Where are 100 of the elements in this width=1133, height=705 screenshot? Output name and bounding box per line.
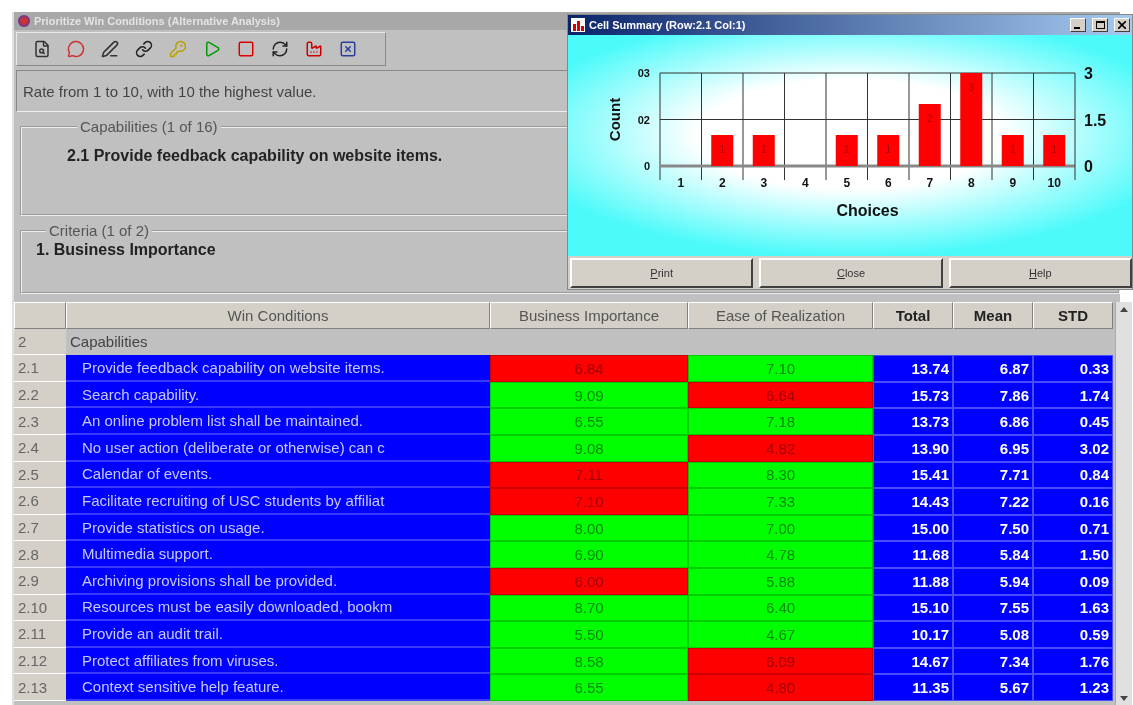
table-cell: An online problem list shall be maintained. — [66, 408, 490, 435]
rating-cell[interactable]: 6.40 — [688, 594, 873, 622]
table-cell: 0.09 — [1033, 567, 1113, 595]
rating-cell[interactable]: 9.09 — [490, 381, 688, 409]
rating-cell[interactable]: 6.90 — [490, 541, 688, 568]
axis-tick-label: 1.5 — [1084, 111, 1107, 129]
table-cell: Facilitate recruiting of USC students by affiliat — [66, 488, 490, 515]
table-cell: 15.73 — [873, 381, 953, 409]
app-icon — [18, 15, 30, 27]
table-cell: 10.17 — [873, 621, 953, 648]
rating-cell[interactable]: 4.82 — [688, 434, 873, 462]
bar-value-label: 1 — [843, 144, 850, 155]
chart-bar — [835, 135, 858, 166]
row-number: 2.10 — [14, 594, 66, 622]
minimize-button[interactable] — [1070, 18, 1086, 32]
table-cell: 5.94 — [953, 567, 1033, 595]
table-cell: 7.34 — [953, 647, 1033, 675]
dialog-button[interactable]: Print — [570, 258, 754, 288]
table-cell: 7.55 — [953, 594, 1033, 622]
table-cell: 13.74 — [873, 355, 953, 382]
axis-tick-label: 3 — [760, 176, 768, 190]
table-cell: 11.88 — [873, 567, 953, 595]
axis-tick-label: 03 — [637, 67, 650, 79]
row-number: 2.11 — [14, 621, 66, 648]
table-cell: 15.10 — [873, 594, 953, 622]
row-number: 2.4 — [14, 434, 66, 462]
table-cell: 13.73 — [873, 408, 953, 435]
rating-cell[interactable]: 4.78 — [688, 541, 873, 568]
scrollbar[interactable] — [1115, 302, 1132, 705]
table-cell: 13.90 — [873, 434, 953, 462]
table-cell: 0.59 — [1033, 621, 1113, 648]
table-cell: Provide statistics on usage. — [66, 514, 490, 542]
rating-cell[interactable]: 8.58 — [490, 647, 688, 675]
chart-bar — [711, 135, 734, 166]
rating-cell[interactable]: 6.55 — [490, 408, 688, 435]
axis-tick-label: 9 — [1009, 176, 1017, 190]
table-cell: 5.84 — [953, 541, 1033, 568]
column-header[interactable]: Win Conditions — [66, 302, 490, 329]
column-header[interactable]: STD — [1033, 302, 1113, 329]
chart-bar — [752, 135, 775, 166]
rating-cell[interactable]: 8.00 — [490, 514, 688, 542]
rating-cell[interactable]: 7.11 — [490, 461, 688, 489]
table-cell: Archiving provisions shall be provided. — [66, 567, 490, 595]
rating-cell[interactable]: 6.64 — [688, 381, 873, 409]
rating-cell[interactable]: 6.00 — [490, 567, 688, 595]
dialog-title: Cell Summary (Row:2.1 Col:1) — [589, 19, 747, 31]
row-number: 2.9 — [14, 567, 66, 595]
stop-icon — [237, 40, 255, 58]
rating-cell[interactable]: 7.18 — [688, 408, 873, 435]
row-number: 2.2 — [14, 381, 66, 409]
rating-cell[interactable]: 4.67 — [688, 621, 873, 648]
close-button[interactable] — [1114, 18, 1130, 32]
column-header[interactable]: Ease of Realization — [688, 302, 873, 329]
table-cell: 15.00 — [873, 514, 953, 542]
table-cell: 6.86 — [953, 408, 1033, 435]
row-number: 2 — [14, 328, 66, 356]
dialog-button[interactable]: Close — [759, 258, 943, 288]
axis-tick-label: 2 — [718, 176, 726, 190]
bar-value-label: 1 — [1051, 144, 1058, 155]
rating-cell[interactable]: 7.10 — [490, 488, 688, 515]
bar-value-label: 2 — [926, 113, 933, 124]
maximize-button[interactable] — [1092, 18, 1108, 32]
bar-value-label: 1 — [760, 144, 767, 155]
rating-cell[interactable]: 5.88 — [688, 567, 873, 595]
refresh-icon — [271, 40, 289, 58]
window-title: Prioritize Win Conditions (Alternative Analysis) — [34, 15, 280, 27]
speech-bubble-icon — [67, 40, 85, 58]
chart-icon — [571, 18, 585, 32]
rating-cell[interactable]: 8.30 — [688, 461, 873, 489]
table-cell: 1.50 — [1033, 541, 1113, 568]
table-cell: 3.02 — [1033, 434, 1113, 462]
close-box-icon — [339, 40, 357, 58]
rating-cell[interactable]: 6.09 — [688, 647, 873, 675]
rating-cell[interactable]: 9.08 — [490, 434, 688, 462]
rating-cell[interactable]: 6.84 — [490, 355, 688, 382]
row-number: 2.8 — [14, 541, 66, 568]
column-header[interactable]: Total — [873, 302, 953, 329]
rating-cell[interactable]: 7.10 — [688, 355, 873, 382]
bar-value-label: 1 — [1009, 144, 1016, 155]
table-cell: 1.76 — [1033, 647, 1113, 675]
column-header[interactable]: Business Importance — [490, 302, 688, 329]
table-cell: Protect affiliates from viruses. — [66, 647, 490, 675]
axis-tick-label: 6 — [884, 176, 892, 190]
rating-cell[interactable]: 4.80 — [688, 674, 873, 701]
rating-cell[interactable]: 6.55 — [490, 674, 688, 701]
row-number: 2.7 — [14, 514, 66, 542]
column-header[interactable]: Mean — [953, 302, 1033, 329]
row-number: 2.3 — [14, 408, 66, 435]
table-cell: Multimedia support. — [66, 541, 490, 568]
rating-cell[interactable]: 7.33 — [688, 488, 873, 515]
dialog-button[interactable]: Help — [948, 258, 1132, 288]
axis-tick-label: 0 — [1084, 158, 1093, 175]
link-icon — [135, 40, 153, 58]
rating-cell[interactable]: 8.70 — [490, 594, 688, 622]
table-cell: 1.74 — [1033, 381, 1113, 409]
table-cell: 0.71 — [1033, 514, 1113, 542]
rating-cell[interactable]: 7.00 — [688, 514, 873, 542]
table-cell: 7.22 — [953, 488, 1033, 515]
rating-cell[interactable]: 5.50 — [490, 621, 688, 648]
table-cell: 11.68 — [873, 541, 953, 568]
